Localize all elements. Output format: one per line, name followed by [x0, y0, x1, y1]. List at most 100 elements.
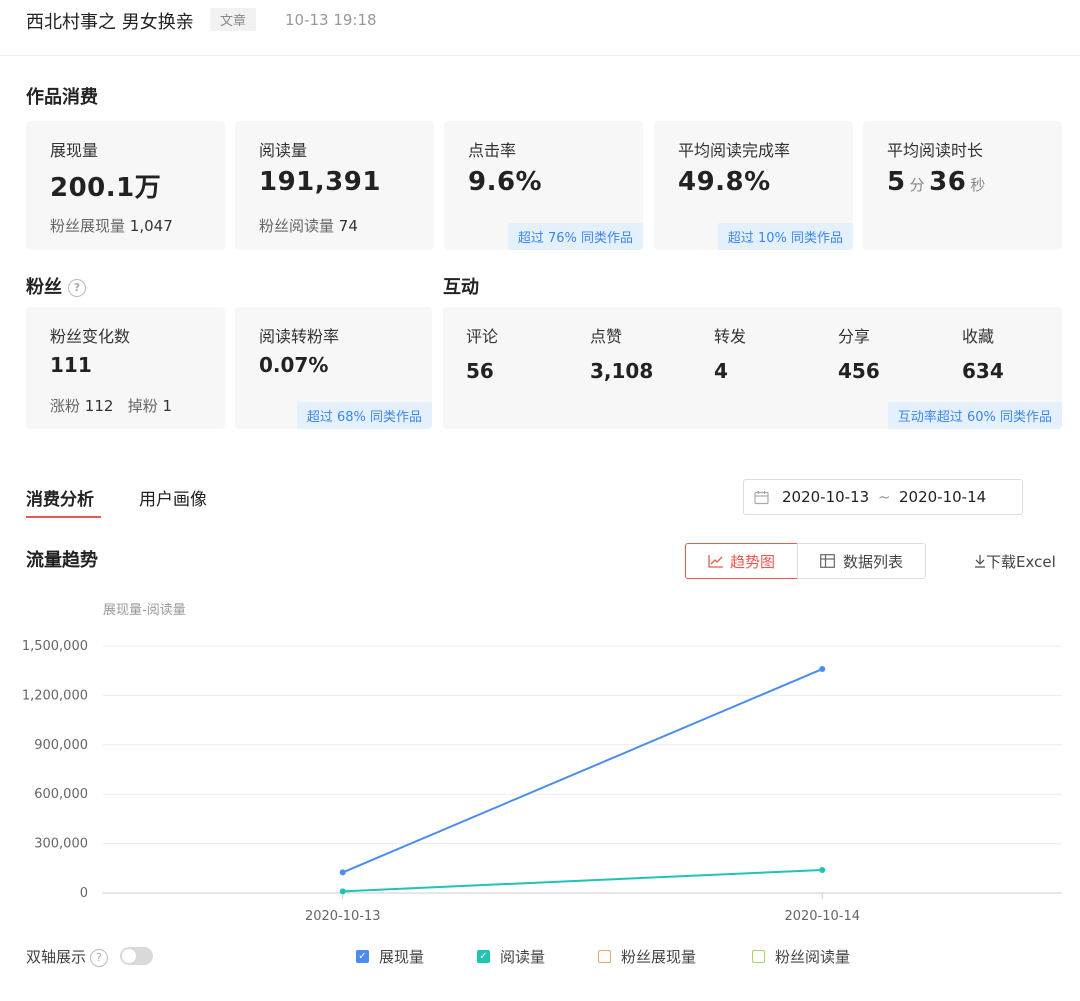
fans-section-title: 粉丝? — [26, 273, 86, 299]
gain-value: 112 — [84, 397, 114, 415]
y-tick-label: 1,200,000 — [22, 688, 88, 703]
unchecked-checkbox-icon — [752, 950, 765, 963]
ctr-card: 点击率 9.6% 超过 76% 同类作品 — [444, 121, 643, 250]
card-value: 9.6% — [468, 167, 543, 197]
header-divider — [0, 55, 1080, 56]
card-sub: 粉丝展现量 1,047 — [50, 215, 173, 236]
question-circle-icon[interactable]: ? — [90, 948, 109, 967]
impressions-card: 展现量 200.1万 粉丝展现量 1,047 — [26, 121, 225, 250]
stat-value: 3,108 — [590, 359, 654, 383]
y-tick-label: 0 — [80, 886, 88, 901]
card-value: 5 分 36 秒 — [887, 167, 990, 197]
traffic-trend-title: 流量趋势 — [26, 550, 98, 571]
consumption-section-title: 作品消费 — [26, 87, 98, 108]
legend-fan-reads[interactable]: 粉丝阅读量 — [752, 946, 850, 967]
card-label: 阅读量 — [259, 141, 308, 160]
stat-label: 分享 — [838, 327, 871, 346]
date-start: 2020-10-13 — [782, 488, 870, 506]
minutes-value: 5 — [887, 167, 906, 197]
legend-reads[interactable]: ✓ 阅读量 — [477, 946, 545, 967]
date-range-picker[interactable]: 2020-10-13 ~ 2020-10-14 — [743, 479, 1023, 515]
traffic-trend-chart: 展现量-阅读量 0 300,000 600,000 900,000 1,200,000 1,… — [22, 603, 1062, 924]
legend-label: 阅读量 — [500, 948, 546, 966]
calendar-icon — [754, 491, 769, 505]
rank-badge: 超过 68% 同类作品 — [296, 402, 432, 429]
stat-label: 收藏 — [962, 327, 995, 346]
loss-value: 1 — [162, 397, 173, 415]
stat-value: 56 — [466, 359, 494, 383]
loss-label: 掉粉 — [127, 397, 158, 415]
x-tick-label: 2020-10-14 — [784, 909, 860, 924]
card-label: 展现量 — [50, 141, 99, 160]
interaction-section-title: 互动 — [443, 277, 479, 298]
card-sub: 粉丝阅读量 74 — [259, 215, 358, 236]
data-point — [339, 888, 346, 895]
card-sub-label: 粉丝阅读量 — [259, 217, 335, 235]
rank-badge: 超过 76% 同类作品 — [507, 223, 643, 250]
card-value: 200.1万 — [50, 173, 162, 203]
stat-value: 634 — [962, 359, 1004, 383]
download-excel-link[interactable]: 下载Excel — [974, 551, 1056, 572]
card-label: 阅读转粉率 — [259, 327, 340, 346]
read-to-fan-rate-card: 阅读转粉率 0.07% 超过 68% 同类作品 — [235, 307, 432, 429]
legend-fan-impressions[interactable]: 粉丝展现量 — [598, 946, 696, 967]
card-value: 0.07% — [259, 353, 329, 377]
table-icon — [820, 554, 835, 568]
comments-stat: 评论 56 — [466, 323, 498, 383]
stat-label: 评论 — [466, 327, 499, 346]
reads-card: 阅读量 191,391 粉丝阅读量 74 — [235, 121, 434, 250]
unchecked-checkbox-icon — [598, 950, 611, 963]
likes-stat: 点赞 3,108 — [590, 323, 653, 383]
interaction-card: 评论 56 点赞 3,108 转发 4 分享 456 收藏 634 互动率超过 … — [443, 307, 1062, 429]
card-label: 点击率 — [468, 141, 517, 160]
shares-stat: 分享 456 — [838, 323, 880, 383]
rank-badge: 超过 10% 同类作品 — [717, 223, 853, 250]
card-sub-value: 1,047 — [129, 217, 173, 235]
dual-axis-text: 双轴展示 — [26, 948, 87, 966]
article-title: 西北村事之 男女换亲 — [26, 12, 194, 33]
y-tick-label: 1,500,000 — [22, 639, 88, 654]
series-line — [342, 668, 823, 874]
legend-label: 展现量 — [379, 948, 425, 966]
legend-label: 粉丝展现量 — [621, 948, 697, 966]
trend-line-icon — [708, 555, 723, 568]
date-end: 2020-10-14 — [899, 488, 987, 506]
card-value: 49.8% — [678, 167, 771, 197]
fans-change-card: 粉丝变化数 111 涨粉 112 掉粉 1 — [26, 307, 225, 429]
data-point — [819, 666, 826, 673]
gain-label: 涨粉 — [50, 397, 81, 415]
card-value: 191,391 — [259, 167, 381, 197]
fans-title-text: 粉丝 — [26, 277, 62, 298]
date-separator: ~ — [878, 488, 891, 506]
card-sub-value: 74 — [338, 217, 358, 235]
minutes-unit: 分 — [909, 176, 926, 194]
checked-checkbox-icon: ✓ — [356, 950, 369, 963]
stat-label: 点赞 — [590, 327, 623, 346]
dual-axis-label: 双轴展示? — [26, 946, 109, 967]
tab-consumption-analysis[interactable]: 消费分析 — [26, 485, 94, 510]
publish-time: 10-13 19:18 — [285, 11, 377, 29]
stat-label: 转发 — [714, 327, 747, 346]
data-point — [339, 869, 346, 876]
dual-axis-toggle[interactable] — [120, 947, 153, 965]
active-tab-indicator — [26, 516, 101, 518]
stat-value: 4 — [714, 359, 728, 383]
download-icon — [975, 555, 985, 568]
chart-title: 展现量-阅读量 — [103, 603, 186, 618]
legend-impressions[interactable]: ✓ 展现量 — [356, 946, 424, 967]
trend-chart-button[interactable]: 趋势图 — [685, 543, 798, 579]
data-table-label: 数据列表 — [842, 552, 903, 571]
data-point — [819, 866, 826, 873]
question-circle-icon[interactable]: ? — [68, 279, 86, 297]
tab-user-profile[interactable]: 用户画像 — [139, 485, 207, 510]
card-sub: 涨粉 112 掉粉 1 — [50, 395, 172, 416]
download-label: 下载Excel — [986, 553, 1056, 571]
seconds-unit: 秒 — [970, 176, 986, 194]
trend-chart-label: 趋势图 — [729, 552, 775, 571]
legend-label: 粉丝阅读量 — [775, 948, 851, 966]
y-tick-label: 900,000 — [34, 738, 88, 753]
card-label: 平均阅读时长 — [887, 141, 984, 160]
series-line — [342, 868, 823, 893]
interaction-rank-badge: 互动率超过 60% 同类作品 — [887, 402, 1062, 429]
data-table-button[interactable]: 数据列表 — [797, 543, 926, 579]
